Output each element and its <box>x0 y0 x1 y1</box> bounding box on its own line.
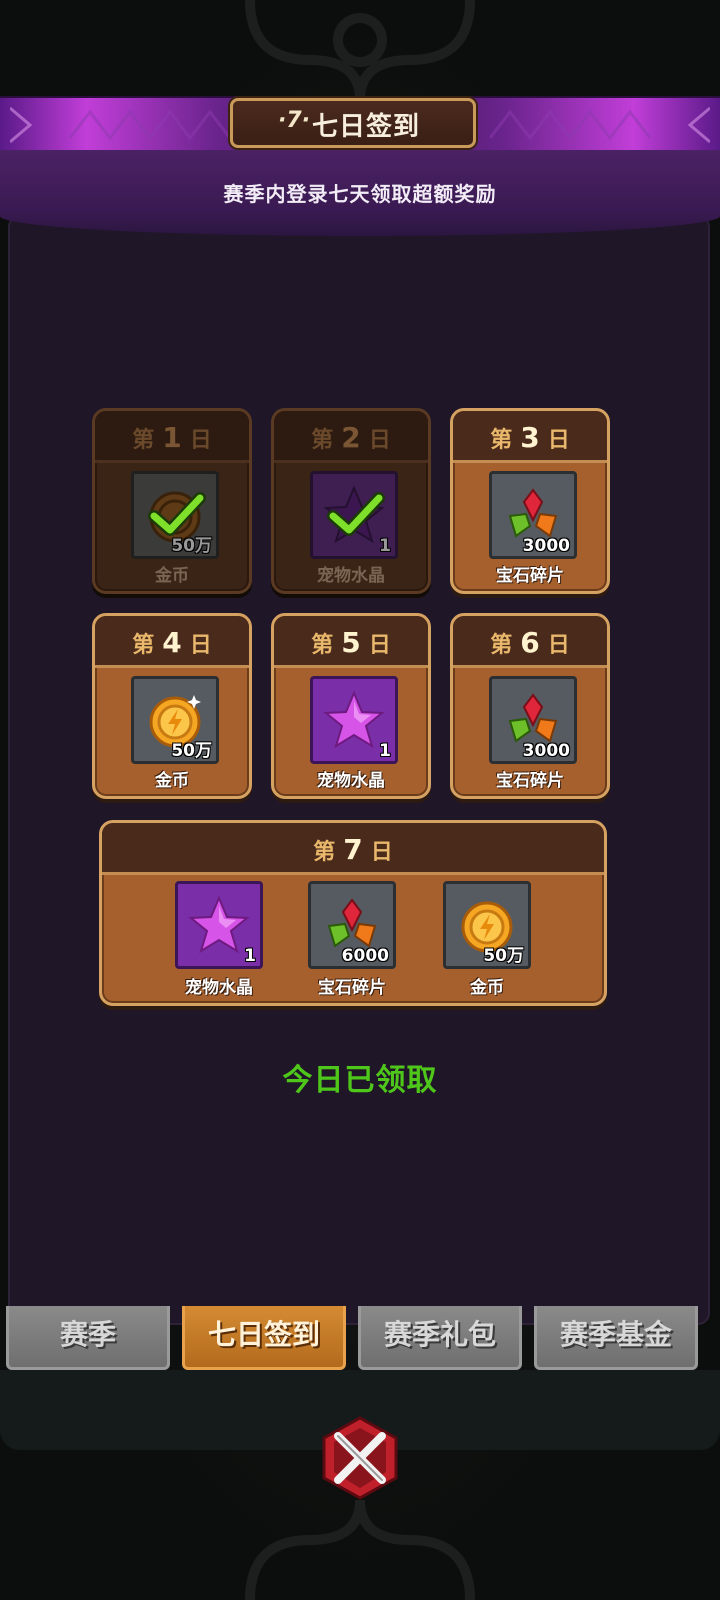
day-label: 第1日 <box>132 421 212 454</box>
reward-name: 金币 <box>155 771 189 791</box>
reward-quantity: 3000 <box>522 741 570 761</box>
day-card-2: 第2日 1 宠物水晶 <box>271 408 431 594</box>
reward-name: 金币 <box>155 566 189 586</box>
reward-name: 宝石碎片 <box>496 566 564 586</box>
checkmark-icon <box>327 492 385 536</box>
reward-name: 金币 <box>470 978 504 998</box>
day-header: 第5日 <box>274 616 428 668</box>
day-label: 第2日 <box>311 421 391 454</box>
day-card-4[interactable]: 第4日 50万 金币 <box>92 613 252 799</box>
day-label: 第5日 <box>311 626 391 659</box>
reward-name: 宠物水晶 <box>317 566 385 586</box>
reward-name: 宝石碎片 <box>496 771 564 791</box>
claimed-today-status: 今日已领取 <box>282 1063 438 1098</box>
reward-slot[interactable]: 3000 <box>489 471 577 559</box>
reward-slot[interactable]: 50万 <box>131 676 219 764</box>
pet-crystal-icon <box>188 895 250 954</box>
day-header: 第4日 <box>95 616 249 668</box>
close-button[interactable] <box>316 1414 404 1502</box>
day-label: 第7日 <box>313 833 393 866</box>
reward-quantity: 50万 <box>171 536 212 556</box>
zigzag-pattern-left <box>10 106 230 144</box>
day-card-7[interactable]: 第7日 1 宠物水晶 6000 宝石碎片 50万 金币 <box>99 820 607 1006</box>
reward-quantity: 1 <box>379 536 391 556</box>
ornament-decoration-bottom <box>245 1499 475 1600</box>
tab-bar: 赛季 七日签到 赛季礼包 赛季基金 <box>6 1306 714 1370</box>
reward-slot[interactable]: 1 <box>310 471 398 559</box>
day-header: 第3日 <box>453 411 607 463</box>
day-label: 第3日 <box>490 421 570 454</box>
tab-seven-day-signin[interactable]: 七日签到 <box>182 1306 346 1370</box>
seven-badge: ·7· <box>278 108 311 133</box>
reward-name: 宠物水晶 <box>185 978 253 998</box>
reward-slot[interactable]: 50万 <box>443 881 531 969</box>
day-card-3[interactable]: 第3日 3000 宝石碎片 <box>450 408 610 594</box>
reward-quantity: 1 <box>244 946 256 966</box>
tab-season-fund[interactable]: 赛季基金 <box>534 1306 698 1370</box>
reward-quantity: 1 <box>379 741 391 761</box>
day-header: 第7日 <box>102 823 604 875</box>
page-title: 七日签到 <box>312 112 421 142</box>
subtitle: 赛季内登录七天领取超额奖励 <box>223 182 497 206</box>
day-header: 第2日 <box>274 411 428 463</box>
seven-day-signin-screen: ·7· 七日签到 赛季内登录七天领取超额奖励 第1日 50万 金币 第2日 1 … <box>0 0 720 1600</box>
reward-slot[interactable]: 3000 <box>489 676 577 764</box>
reward-slot[interactable]: 6000 <box>308 881 396 969</box>
day-card-5[interactable]: 第5日 1 宠物水晶 <box>271 613 431 799</box>
day-label: 第4日 <box>132 626 212 659</box>
day-header: 第6日 <box>453 616 607 668</box>
zigzag-pattern-right <box>490 106 710 144</box>
day-header: 第1日 <box>95 411 249 463</box>
reward-quantity: 50万 <box>171 741 212 761</box>
reward-slot[interactable]: 1 <box>175 881 263 969</box>
reward-quantity: 50万 <box>483 946 524 966</box>
reward-slot[interactable]: 1 <box>310 676 398 764</box>
reward-name: 宝石碎片 <box>318 978 386 998</box>
day-card-1: 第1日 50万 金币 <box>92 408 252 594</box>
reward-quantity: 6000 <box>341 946 389 966</box>
ornament-decoration-top <box>245 0 475 101</box>
day-card-6[interactable]: 第6日 3000 宝石碎片 <box>450 613 610 799</box>
pet-crystal-icon <box>323 690 385 749</box>
tab-season-pack[interactable]: 赛季礼包 <box>358 1306 522 1370</box>
reward-quantity: 3000 <box>522 536 570 556</box>
tab-season[interactable]: 赛季 <box>6 1306 170 1370</box>
day-label: 第6日 <box>490 626 570 659</box>
reward-name: 宠物水晶 <box>317 771 385 791</box>
reward-slot[interactable]: 50万 <box>131 471 219 559</box>
